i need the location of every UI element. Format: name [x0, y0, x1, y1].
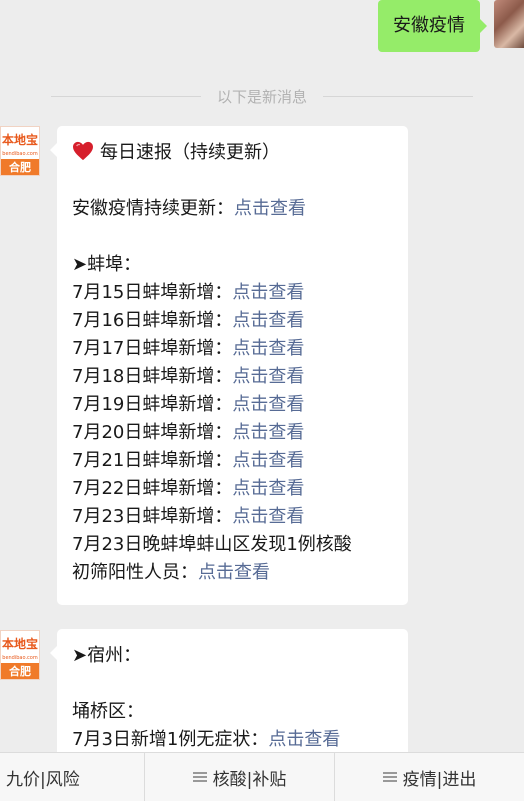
bengshan-line-1: 7月23日晚蚌埠蚌山区发现1例核酸 [72, 534, 352, 555]
message-title: 每日速报（持续更新） [72, 139, 393, 167]
bengbu-line-0721: 7月21日蚌埠新增：点击查看 [72, 450, 305, 471]
bengbu-link-0722[interactable]: 点击查看 [232, 478, 304, 499]
suzhou-link-0703[interactable]: 点击查看 [268, 729, 340, 750]
divider-text: 以下是新消息 [216, 87, 307, 106]
bengbu-link-0723[interactable]: 点击查看 [232, 506, 304, 527]
bengbu-link-0715[interactable]: 点击查看 [232, 282, 304, 303]
avatar-brand: 本地宝 bendibao.com [1, 631, 39, 663]
district-yongqiao: 埇桥区： [72, 701, 144, 722]
sender-avatar[interactable]: 本地宝 bendibao.com 合肥 [0, 126, 40, 176]
section-bengbu: ➤蚌埠： [72, 254, 142, 275]
bengbu-link-0716[interactable]: 点击查看 [232, 310, 304, 331]
bengshan-link[interactable]: 点击查看 [198, 562, 270, 583]
bengbu-line-0717: 7月17日蚌埠新增：点击查看 [72, 338, 305, 359]
my-avatar[interactable] [494, 0, 524, 48]
bengbu-line-0723: 7月23日蚌埠新增：点击查看 [72, 506, 305, 527]
bengshan-line-2: 初筛阳性人员：点击查看 [72, 562, 270, 583]
bengbu-line-0716: 7月16日蚌埠新增：点击查看 [72, 310, 305, 331]
bengbu-line-0722: 7月22日蚌埠新增：点击查看 [72, 478, 305, 499]
bengbu-link-0720[interactable]: 点击查看 [232, 422, 304, 443]
menu-item-hpv-risk[interactable]: 九价|风险 [0, 753, 145, 801]
suzhou-line-0703: 7月3日新增1例无症状：点击查看 [72, 729, 341, 750]
bengbu-link-0718[interactable]: 点击查看 [232, 366, 304, 387]
new-messages-divider: 以下是新消息 [0, 84, 524, 108]
section-suzhou: ➤宿州： [72, 645, 142, 666]
divider-line-left [50, 95, 201, 97]
menu-list-icon [382, 770, 397, 784]
anhui-update-line: 安徽疫情持续更新：点击查看 [72, 198, 306, 219]
bengbu-link-0717[interactable]: 点击查看 [232, 338, 304, 359]
sender-avatar[interactable]: 本地宝 bendibao.com 合肥 [0, 630, 40, 680]
menu-item-nucleic-subsidy[interactable]: 核酸|补贴 [145, 753, 335, 801]
bengbu-line-0718: 7月18日蚌埠新增：点击查看 [72, 366, 305, 387]
bengbu-line-0720: 7月20日蚌埠新增：点击查看 [72, 422, 305, 443]
bengbu-line-0719: 7月19日蚌埠新增：点击查看 [72, 394, 305, 415]
bottom-menu-bar: 九价|风险 核酸|补贴 疫情|进出 [0, 752, 524, 801]
bengbu-link-0721[interactable]: 点击查看 [232, 450, 304, 471]
sent-message-bubble[interactable]: 安徽疫情 [378, 0, 487, 52]
bengbu-link-0719[interactable]: 点击查看 [232, 394, 304, 415]
bengbu-line-0715: 7月15日蚌埠新增：点击查看 [72, 282, 305, 303]
avatar-city: 合肥 [1, 663, 39, 679]
avatar-brand: 本地宝 bendibao.com [1, 127, 39, 159]
message-bubble-suzhou[interactable]: ➤宿州： 埇桥区： 7月3日新增1例无症状：点击查看 [50, 629, 408, 769]
message-bubble-daily-report[interactable]: 每日速报（持续更新） 安徽疫情持续更新：点击查看 ➤蚌埠： 7月15日蚌埠新增：… [50, 126, 408, 605]
divider-line-right [323, 95, 473, 97]
menu-list-icon [192, 770, 207, 784]
heart-icon [73, 141, 93, 161]
anhui-update-link[interactable]: 点击查看 [234, 198, 306, 219]
menu-item-epidemic-travel[interactable]: 疫情|进出 [335, 753, 524, 801]
sent-message-row: 安徽疫情 [0, 0, 524, 60]
avatar-city: 合肥 [1, 159, 39, 175]
